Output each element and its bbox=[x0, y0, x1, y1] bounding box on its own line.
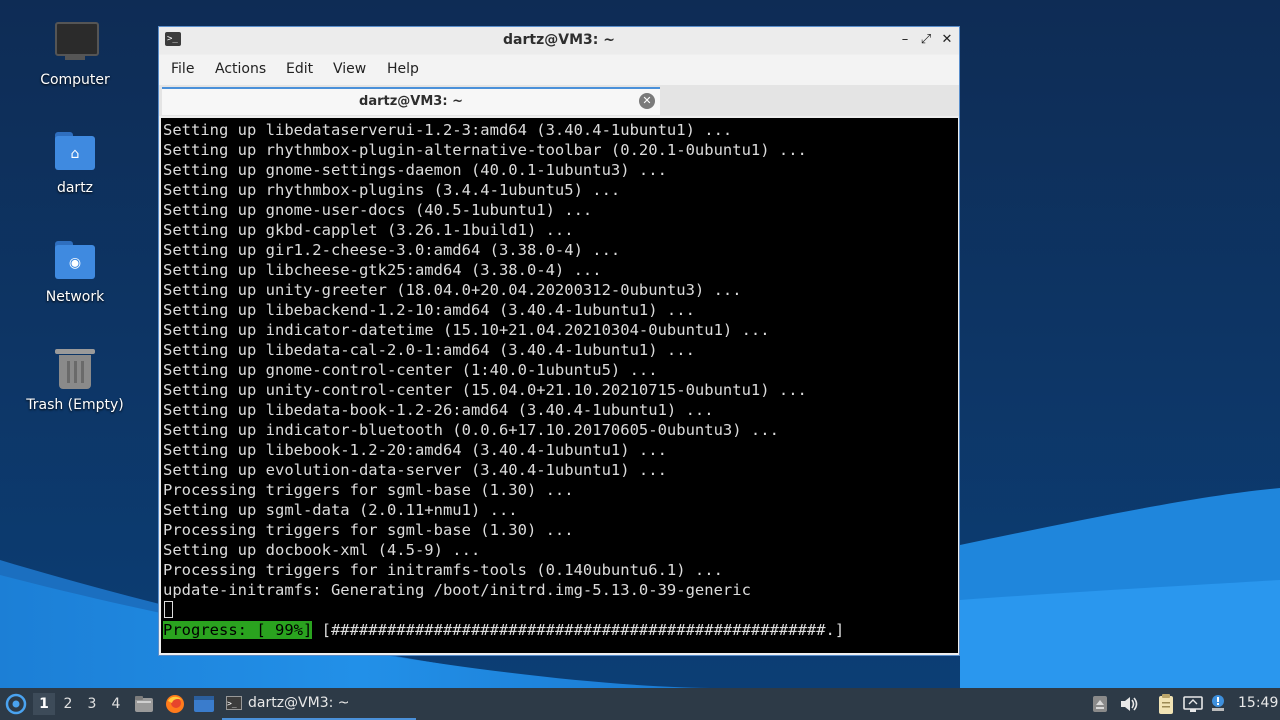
terminal-line: Processing triggers for sgml-base (1.30)… bbox=[163, 481, 574, 499]
window-titlebar[interactable]: >_ dartz@VM3: ~ – ⤢ ✕ bbox=[159, 27, 959, 54]
menu-help[interactable]: Help bbox=[387, 61, 419, 77]
menu-view[interactable]: View bbox=[333, 61, 366, 77]
clipboard-icon[interactable] bbox=[1157, 693, 1175, 715]
desktop-icon-network[interactable]: ◉ Network bbox=[20, 237, 130, 305]
menu-bar: File Actions Edit View Help bbox=[159, 55, 959, 85]
home-folder-icon: ⌂ bbox=[51, 128, 99, 176]
desktop-icon-computer[interactable]: Computer bbox=[20, 20, 130, 88]
progress-bar: [#######################################… bbox=[312, 621, 845, 639]
desktop-icon-label: dartz bbox=[56, 180, 94, 196]
tab-bar: dartz@VM3: ~ ✕ bbox=[159, 85, 959, 116]
terminal-line: Setting up gnome-control-center (1:40.0-… bbox=[163, 361, 658, 379]
maximize-button[interactable]: ⤢ bbox=[917, 31, 935, 49]
desktop-icon-label: Network bbox=[45, 289, 105, 305]
minimize-button[interactable]: – bbox=[896, 31, 914, 49]
show-desktop-icon[interactable] bbox=[193, 695, 215, 713]
volume-icon[interactable] bbox=[1119, 695, 1139, 713]
progress-row: Progress: [ 99%] [######################… bbox=[163, 620, 844, 640]
desktop-icon-trash[interactable]: Trash (Empty) bbox=[20, 345, 130, 413]
network-icon[interactable] bbox=[1183, 695, 1203, 713]
workspace-4[interactable]: 4 bbox=[105, 693, 127, 715]
terminal-line: Setting up gkbd-capplet (3.26.1-1build1)… bbox=[163, 221, 574, 239]
removable-drive-icon[interactable] bbox=[1092, 695, 1108, 713]
close-button[interactable]: ✕ bbox=[938, 31, 956, 49]
terminal-window[interactable]: >_ dartz@VM3: ~ – ⤢ ✕ File Actions Edit … bbox=[158, 26, 960, 656]
file-manager-icon[interactable] bbox=[134, 695, 154, 713]
terminal-line: Setting up libebook-1.2-20:amd64 (3.40.4… bbox=[163, 441, 667, 459]
tab-close-icon[interactable]: ✕ bbox=[639, 93, 655, 109]
terminal-line: Setting up rhythmbox-plugin-alternative-… bbox=[163, 141, 807, 159]
workspace-3[interactable]: 3 bbox=[81, 693, 103, 715]
workspace-1[interactable]: 1 bbox=[33, 693, 55, 715]
menu-edit[interactable]: Edit bbox=[286, 61, 313, 77]
terminal-line: Setting up gnome-settings-daemon (40.0.1… bbox=[163, 161, 667, 179]
progress-label: Progress: [ 99%] bbox=[163, 621, 313, 639]
terminal-line: Setting up docbook-xml (4.5-9) ... bbox=[163, 541, 481, 559]
terminal-line: Setting up libedata-cal-2.0-1:amd64 (3.4… bbox=[163, 341, 695, 359]
desktop-icon-label: Trash (Empty) bbox=[26, 397, 124, 413]
menu-file[interactable]: File bbox=[171, 61, 194, 77]
terminal-line: Setting up libcheese-gtk25:amd64 (3.38.0… bbox=[163, 261, 602, 279]
network-folder-icon: ◉ bbox=[51, 237, 99, 285]
terminal-line: update-initramfs: Generating /boot/initr… bbox=[163, 581, 751, 599]
terminal-line: Setting up indicator-bluetooth (0.0.6+17… bbox=[163, 421, 779, 439]
clock[interactable]: 15:49 bbox=[1238, 695, 1278, 711]
terminal-line: Setting up unity-greeter (18.04.0+20.04.… bbox=[163, 281, 742, 299]
terminal-line: Setting up sgml-data (2.0.11+nmu1) ... bbox=[163, 501, 518, 519]
terminal-line: Setting up libedataserverui-1.2-3:amd64 … bbox=[163, 121, 733, 139]
terminal-line: Setting up gnome-user-docs (40.5-1ubuntu… bbox=[163, 201, 593, 219]
terminal-line: Setting up evolution-data-server (3.40.4… bbox=[163, 461, 667, 479]
desktop-icon-label: Computer bbox=[40, 72, 110, 88]
menu-actions[interactable]: Actions bbox=[215, 61, 266, 77]
tab-label: dartz@VM3: ~ bbox=[359, 94, 463, 109]
terminal-line: Setting up libedata-book-1.2-26:amd64 (3… bbox=[163, 401, 714, 419]
terminal-line: Processing triggers for initramfs-tools … bbox=[163, 561, 723, 579]
window-title: dartz@VM3: ~ bbox=[503, 32, 615, 48]
terminal-line: Setting up gir1.2-cheese-3.0:amd64 (3.38… bbox=[163, 241, 621, 259]
terminal-line: Setting up indicator-datetime (15.10+21.… bbox=[163, 321, 770, 339]
taskbar-task-terminal[interactable]: >_ dartz@VM3: ~ bbox=[222, 688, 416, 720]
terminal-line: Processing triggers for sgml-base (1.30)… bbox=[163, 521, 574, 539]
update-notifier-icon[interactable] bbox=[1208, 693, 1228, 715]
desktop-icon-home[interactable]: ⌂ dartz bbox=[20, 128, 130, 196]
terminal-lines: Setting up libedataserverui-1.2-3:amd64 … bbox=[163, 120, 807, 600]
firefox-icon[interactable] bbox=[164, 693, 186, 715]
terminal-line: Setting up unity-control-center (15.04.0… bbox=[163, 381, 807, 399]
trash-icon bbox=[51, 345, 99, 393]
terminal-line: Setting up libebackend-1.2-10:amd64 (3.4… bbox=[163, 301, 695, 319]
text-cursor bbox=[164, 601, 173, 618]
taskbar-task-label: dartz@VM3: ~ bbox=[248, 695, 350, 711]
tab-terminal[interactable]: dartz@VM3: ~ ✕ bbox=[162, 87, 660, 115]
terminal-task-icon: >_ bbox=[226, 696, 242, 710]
taskbar: 1 2 3 4 >_ dartz@VM3: ~ 15:49 bbox=[0, 688, 1280, 720]
terminal-line: Setting up rhythmbox-plugins (3.4.4-1ubu… bbox=[163, 181, 621, 199]
workspace-2[interactable]: 2 bbox=[57, 693, 79, 715]
computer-icon bbox=[51, 20, 99, 68]
start-menu-icon[interactable] bbox=[5, 693, 27, 715]
terminal-output[interactable]: Setting up libedataserverui-1.2-3:amd64 … bbox=[161, 118, 958, 653]
